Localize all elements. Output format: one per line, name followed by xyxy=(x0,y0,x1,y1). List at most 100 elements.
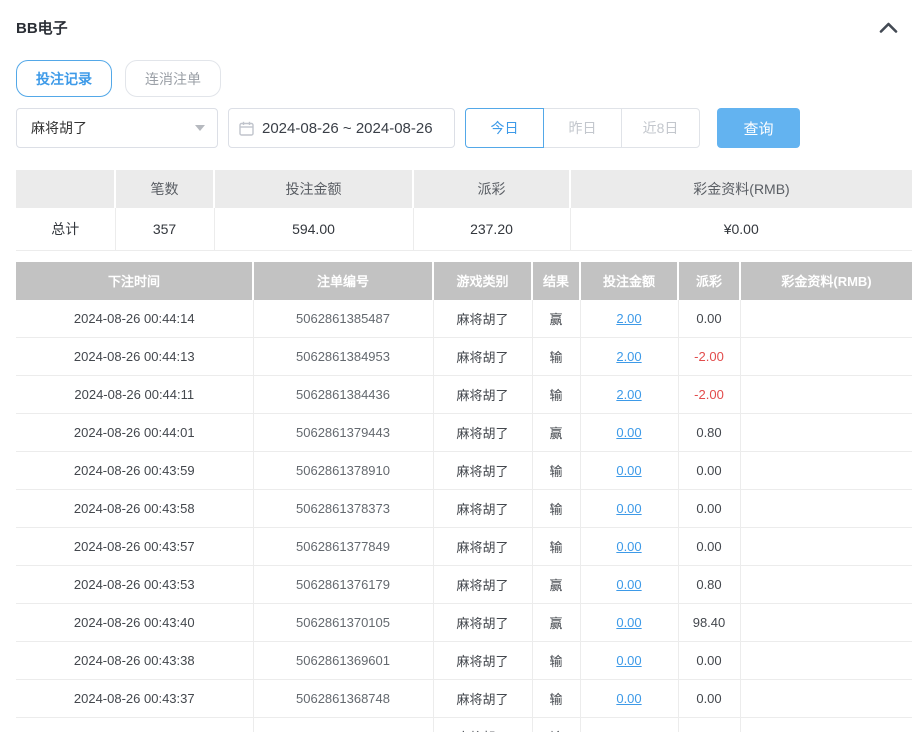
result-cell: 赢 xyxy=(532,300,580,338)
bet-amount-cell: 0.00 xyxy=(580,642,678,680)
bet-amount-link[interactable]: 0.00 xyxy=(616,615,641,630)
collapse-button[interactable] xyxy=(879,22,898,33)
page-title: BB电子 xyxy=(16,17,68,38)
bet-time-cell: 2024-08-26 00:43:59 xyxy=(16,452,253,490)
result-cell: 输 xyxy=(532,528,580,566)
bet-amount-cell: 0.00 xyxy=(580,680,678,718)
record-row: 2024-08-26 00:44:145062861385487麻将胡了赢2.0… xyxy=(16,300,912,338)
game-type-cell: 麻将胡了 xyxy=(433,300,532,338)
bet-amount-link[interactable]: 0.00 xyxy=(616,539,641,554)
records-header-cell: 注单编号 xyxy=(253,262,433,300)
bet-id-cell: 5062861384953 xyxy=(253,338,433,376)
record-row: 2024-08-26 00:44:115062861384436麻将胡了输2.0… xyxy=(16,376,912,414)
result-cell: 输 xyxy=(532,490,580,528)
tab-cancelled-bets[interactable]: 连消注单 xyxy=(125,60,221,97)
jackpot-cell xyxy=(740,300,912,338)
bet-records-panel: BB电子 投注记录 连消注单 麻将胡了 xyxy=(0,0,912,732)
bet-amount-cell: 2.00 xyxy=(580,300,678,338)
bet-amount-cell: 0.00 xyxy=(580,718,678,732)
jackpot-cell xyxy=(740,642,912,680)
jackpot-cell xyxy=(740,528,912,566)
bet-amount-cell: 0.00 xyxy=(580,414,678,452)
payout-cell: 0.00 xyxy=(678,490,740,528)
records-header-cell: 下注时间 xyxy=(16,262,253,300)
summary-table: 笔数投注金额派彩彩金资料(RMB) 总计357594.00237.20¥0.00 xyxy=(16,170,912,251)
today-button[interactable]: 今日 xyxy=(465,108,544,148)
bet-amount-link[interactable]: 0.00 xyxy=(616,691,641,706)
bet-amount-link[interactable]: 2.00 xyxy=(616,387,641,402)
record-row: 2024-08-26 00:44:015062861379443麻将胡了赢0.0… xyxy=(16,414,912,452)
summary-value-cell: ¥0.00 xyxy=(570,208,912,250)
records-header-row: 下注时间注单编号游戏类别结果投注金额派彩彩金资料(RMB) xyxy=(16,262,912,300)
payout-cell: 0.00 xyxy=(678,300,740,338)
records-header-cell: 派彩 xyxy=(678,262,740,300)
record-row: 2024-08-26 00:43:535062861376179麻将胡了赢0.0… xyxy=(16,566,912,604)
tab-bet-records[interactable]: 投注记录 xyxy=(16,60,112,97)
search-button[interactable]: 查询 xyxy=(717,108,800,148)
bet-amount-link[interactable]: 0.00 xyxy=(616,463,641,478)
bet-time-cell: 2024-08-26 00:43:53 xyxy=(16,566,253,604)
summary-header-row: 笔数投注金额派彩彩金资料(RMB) xyxy=(16,170,912,208)
bet-id-cell: 5062861376179 xyxy=(253,566,433,604)
tab-label: 投注记录 xyxy=(36,69,92,89)
yesterday-button[interactable]: 昨日 xyxy=(543,108,622,148)
bet-time-cell: 2024-08-26 00:43:38 xyxy=(16,642,253,680)
calendar-icon xyxy=(239,121,254,136)
bet-time-cell: 2024-08-26 00:44:11 xyxy=(16,376,253,414)
bet-amount-cell: 2.00 xyxy=(580,376,678,414)
game-select[interactable]: 麻将胡了 xyxy=(16,108,218,148)
bet-id-cell: 5062861368241 xyxy=(253,718,433,732)
result-cell: 赢 xyxy=(532,566,580,604)
payout-cell: 0.00 xyxy=(678,528,740,566)
record-row: 2024-08-26 00:43:405062861370105麻将胡了赢0.0… xyxy=(16,604,912,642)
bet-time-cell: 2024-08-26 00:43:57 xyxy=(16,528,253,566)
summary-header-cell xyxy=(16,170,115,208)
quick-date-button-group: 今日 昨日 近8日 xyxy=(465,108,700,148)
date-range-input[interactable]: 2024-08-26 ~ 2024-08-26 xyxy=(228,108,455,148)
bet-amount-link[interactable]: 0.00 xyxy=(616,577,641,592)
jackpot-cell xyxy=(740,414,912,452)
bet-time-cell: 2024-08-26 00:43:37 xyxy=(16,680,253,718)
records-table: 下注时间注单编号游戏类别结果投注金额派彩彩金资料(RMB) 2024-08-26… xyxy=(16,262,912,732)
last-8-days-button[interactable]: 近8日 xyxy=(621,108,700,148)
payout-cell: 0.80 xyxy=(678,566,740,604)
summary-header-cell: 笔数 xyxy=(115,170,214,208)
jackpot-cell xyxy=(740,718,912,732)
bet-amount-link[interactable]: 0.00 xyxy=(616,425,641,440)
summary-value-cell: 594.00 xyxy=(214,208,413,250)
result-cell: 输 xyxy=(532,338,580,376)
bet-id-cell: 5062861369601 xyxy=(253,642,433,680)
result-cell: 输 xyxy=(532,376,580,414)
payout-cell: 0.00 xyxy=(678,452,740,490)
record-row: 2024-08-26 00:43:375062861368748麻将胡了输0.0… xyxy=(16,680,912,718)
payout-cell: 0.00 xyxy=(678,718,740,732)
bet-amount-link[interactable]: 0.00 xyxy=(616,653,641,668)
game-type-cell: 麻将胡了 xyxy=(433,490,532,528)
records-header-cell: 彩金资料(RMB) xyxy=(740,262,912,300)
record-row: 2024-08-26 00:44:135062861384953麻将胡了输2.0… xyxy=(16,338,912,376)
record-row: 2024-08-26 00:43:355062861368241麻将胡了输0.0… xyxy=(16,718,912,732)
result-cell: 赢 xyxy=(532,604,580,642)
bet-amount-link[interactable]: 2.00 xyxy=(616,311,641,326)
jackpot-cell xyxy=(740,566,912,604)
result-cell: 输 xyxy=(532,718,580,732)
bet-id-cell: 5062861384436 xyxy=(253,376,433,414)
bet-time-cell: 2024-08-26 00:43:40 xyxy=(16,604,253,642)
payout-cell: 98.40 xyxy=(678,604,740,642)
panel-header: BB电子 xyxy=(16,14,912,40)
game-type-cell: 麻将胡了 xyxy=(433,414,532,452)
game-select-value: 麻将胡了 xyxy=(31,118,195,138)
game-type-cell: 麻将胡了 xyxy=(433,680,532,718)
game-type-cell: 麻将胡了 xyxy=(433,718,532,732)
payout-cell: -2.00 xyxy=(678,338,740,376)
bet-amount-link[interactable]: 2.00 xyxy=(616,349,641,364)
chevron-down-icon xyxy=(195,125,205,131)
tab-label: 连消注单 xyxy=(145,69,201,89)
record-row: 2024-08-26 00:43:595062861378910麻将胡了输0.0… xyxy=(16,452,912,490)
bet-amount-cell: 2.00 xyxy=(580,338,678,376)
bet-amount-link[interactable]: 0.00 xyxy=(616,501,641,516)
bet-time-cell: 2024-08-26 00:44:01 xyxy=(16,414,253,452)
bet-amount-cell: 0.00 xyxy=(580,452,678,490)
bet-time-cell: 2024-08-26 00:44:13 xyxy=(16,338,253,376)
bet-id-cell: 5062861378373 xyxy=(253,490,433,528)
